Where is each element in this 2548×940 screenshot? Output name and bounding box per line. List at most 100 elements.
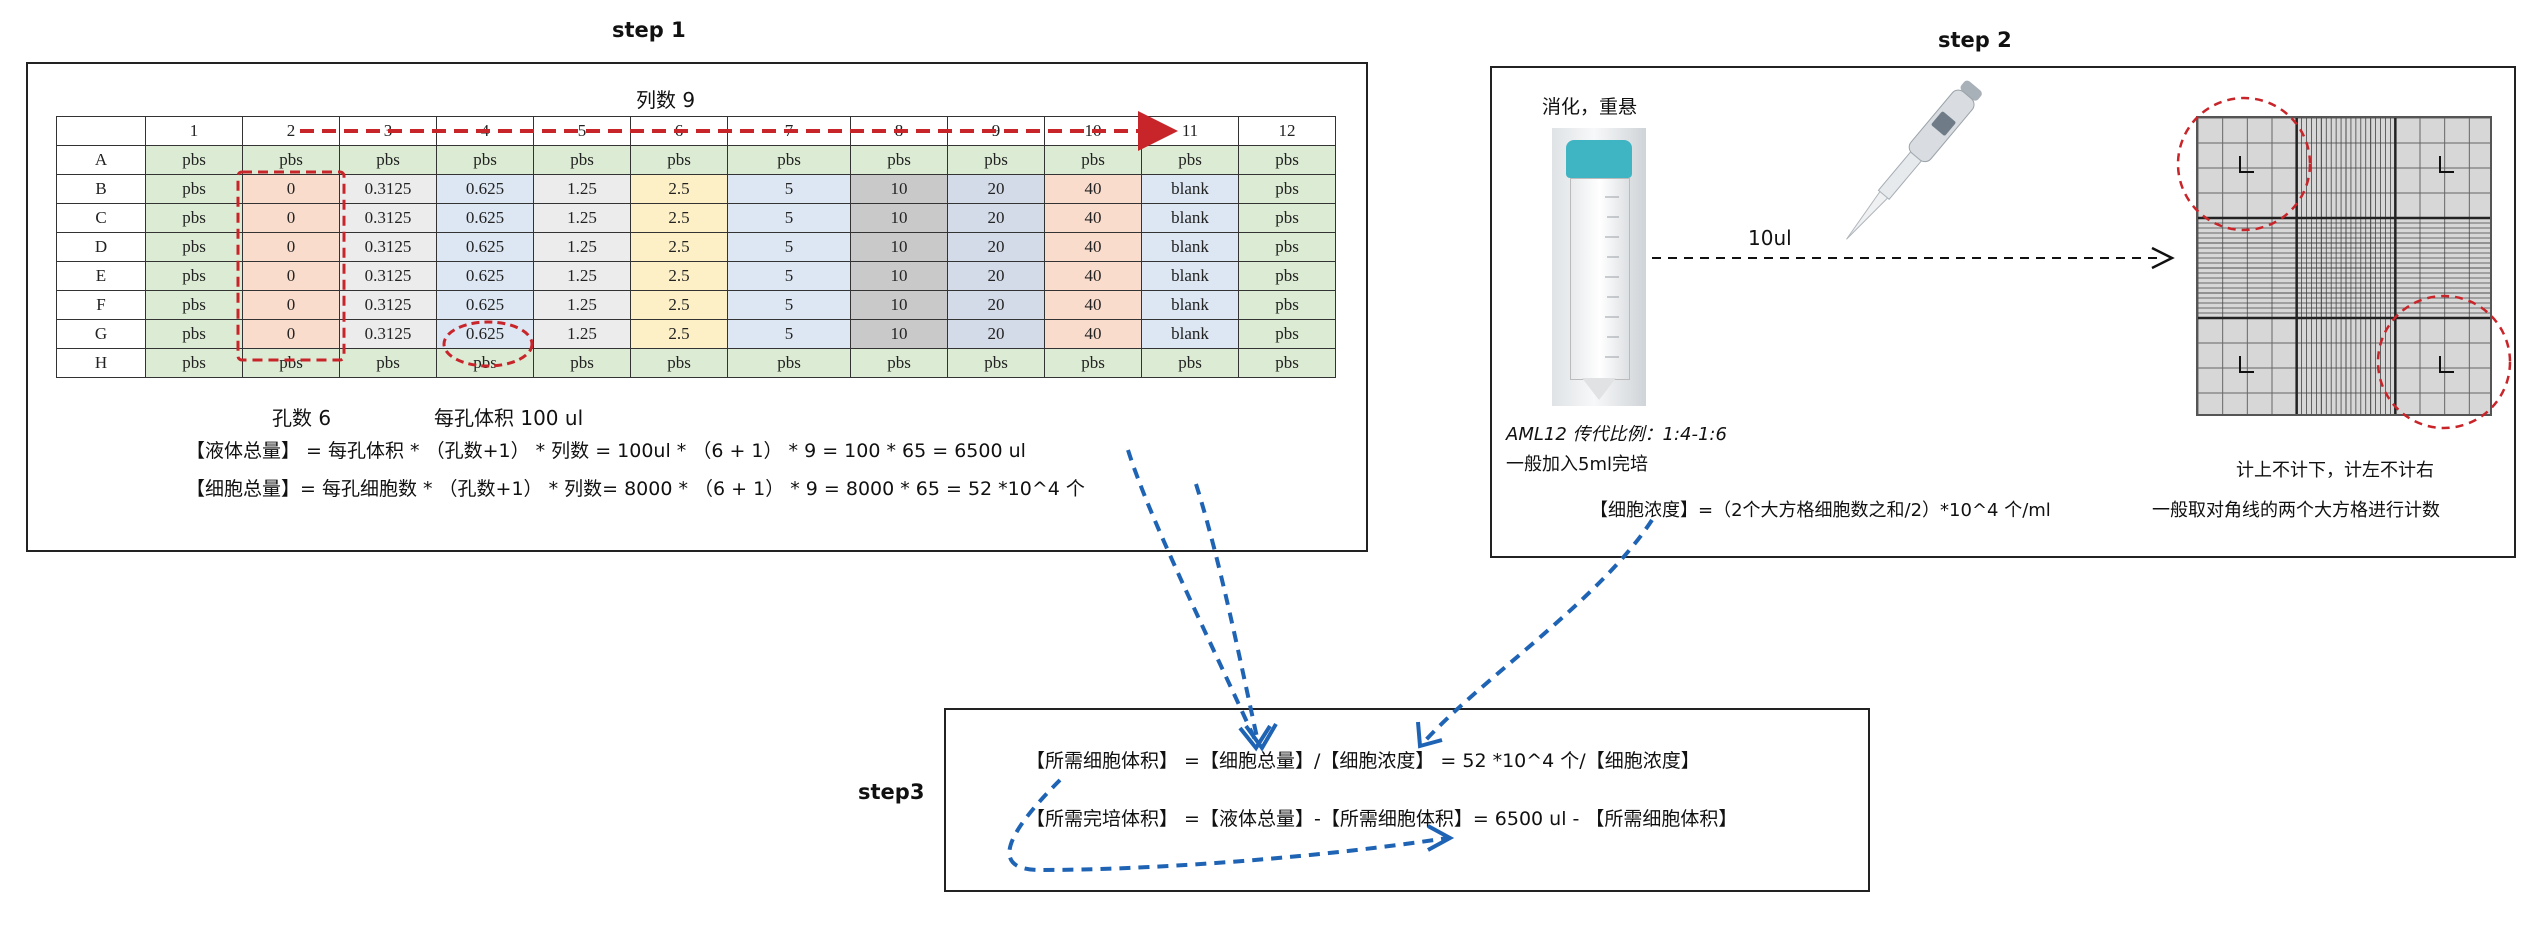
plate-well: blank [1141, 290, 1239, 320]
plate-well: pbs [1238, 174, 1336, 204]
plate-well: 5 [727, 203, 851, 233]
well-volume-label: 每孔体积 100 ul [434, 406, 584, 430]
plate-well: 5 [727, 174, 851, 204]
step2-title: step 2 [1938, 28, 2012, 52]
plate-col-header: 8 [850, 116, 948, 146]
plate-well: 2.5 [630, 232, 728, 262]
plate-well: pbs [1141, 348, 1239, 378]
plate-well: 10 [850, 261, 948, 291]
plate-well: 10 [850, 203, 948, 233]
plate-well: 5 [727, 232, 851, 262]
plate-row: Gpbs 0 0.3125 0.625 1.25 2.5 5 10 20 40 blank pbs [56, 319, 1336, 349]
plate-row-label: E [56, 261, 146, 291]
plate-well: 40 [1044, 232, 1142, 262]
plate-well: pbs [850, 348, 948, 378]
plate-well: pbs [1238, 290, 1336, 320]
plate-col-header: 10 [1044, 116, 1142, 146]
plate-col-header: 4 [436, 116, 534, 146]
step1-title: step 1 [612, 18, 686, 42]
plate-well: 1.25 [533, 203, 631, 233]
plate-well: 2.5 [630, 174, 728, 204]
plate-well: 10 [850, 290, 948, 320]
plate-well: pbs [1238, 261, 1336, 291]
plate-well: 5 [727, 319, 851, 349]
plate-col-header: 12 [1238, 116, 1336, 146]
plate-well: pbs [1044, 145, 1142, 175]
transfer-arrow [1652, 246, 2175, 270]
plate-row: Epbs 0 0.3125 0.625 1.25 2.5 5 10 20 40 blank pbs [56, 261, 1336, 291]
plate-well: 20 [947, 290, 1045, 320]
plate-well: pbs [145, 290, 243, 320]
plate-row-label: F [56, 290, 146, 320]
step3-title: step3 [858, 780, 925, 804]
plate-well: 20 [947, 203, 1045, 233]
formula-cell-volume: 【所需细胞体积】 =【细胞总量】/【细胞浓度】 = 52 *10^4 个/【细胞… [1026, 750, 1700, 772]
plate-well: pbs [339, 145, 437, 175]
plate-col-header: 3 [339, 116, 437, 146]
plate-well: pbs [727, 348, 851, 378]
plate-well: pbs [145, 232, 243, 262]
plate-well: pbs [145, 261, 243, 291]
plate-well: 0.3125 [339, 319, 437, 349]
plate-row-label: D [56, 232, 146, 262]
plate-well: pbs [947, 348, 1045, 378]
plate-well: 0.625 [436, 290, 534, 320]
plate-well: blank [1141, 174, 1239, 204]
plate-well: 0.3125 [339, 203, 437, 233]
plate-well: 0 [242, 261, 340, 291]
formula-cell-total: 【细胞总量】= 每孔细胞数 * （孔数+1） * 列数= 8000 * （6 +… [186, 478, 1085, 500]
plate-well: pbs [436, 348, 534, 378]
plate-row: Dpbs 0 0.3125 0.625 1.25 2.5 5 10 20 40 blank pbs [56, 232, 1336, 262]
plate-row-label: C [56, 203, 146, 233]
plate-well: 1.25 [533, 261, 631, 291]
tube-body [1570, 178, 1630, 380]
plate-well: 40 [1044, 319, 1142, 349]
plate-well: 0.625 [436, 232, 534, 262]
plate-well: 2.5 [630, 290, 728, 320]
plate-well: 40 [1044, 203, 1142, 233]
plate-well: pbs [1238, 319, 1336, 349]
plate-well: pbs [145, 203, 243, 233]
plate-well: 0 [242, 232, 340, 262]
plate-well: pbs [1141, 145, 1239, 175]
plate-well: pbs [630, 145, 728, 175]
tube-cap [1566, 140, 1632, 178]
plate-well: 0.3125 [339, 174, 437, 204]
plate-well: 0.625 [436, 174, 534, 204]
plate-col-header: 9 [947, 116, 1045, 146]
well-count-label: 孔数 6 [272, 406, 332, 430]
plate-well: 0 [242, 290, 340, 320]
plate-well: 20 [947, 261, 1045, 291]
plate-col-header: 5 [533, 116, 631, 146]
plate-well: 5 [727, 261, 851, 291]
plate-row: Bpbs 0 0.3125 0.625 1.25 2.5 5 10 20 40 blank pbs [56, 174, 1336, 204]
plate-well: pbs [1238, 232, 1336, 262]
plate-well: 20 [947, 319, 1045, 349]
plate-header-row: 1 2 3 4 5 6 7 8 9 10 11 12 [56, 116, 1336, 146]
plate-well: pbs [145, 319, 243, 349]
formula-liquid-total: 【液体总量】 = 每孔体积 * （孔数+1） * 列数 = 100ul * （6… [186, 440, 1026, 462]
plate-well: 1.25 [533, 174, 631, 204]
plate-well: 0 [242, 203, 340, 233]
medium-label: 一般加入5ml完培 [1506, 454, 1648, 475]
plate-well: 10 [850, 174, 948, 204]
plate-well: pbs [1238, 145, 1336, 175]
plate-well: 0 [242, 319, 340, 349]
plate-row: Apbs pbs pbs pbs pbs pbs pbs pbs pbs pbs pbs pbs [56, 145, 1336, 175]
digest-label: 消化，重悬 [1542, 96, 1638, 118]
plate-well: pbs [630, 348, 728, 378]
col-count-label: 列数 9 [636, 88, 696, 112]
concentration-formula: 【细胞浓度】=（2个大方格细胞数之和/2）*10^4 个/ml [1590, 500, 2051, 521]
plate-row: Fpbs 0 0.3125 0.625 1.25 2.5 5 10 20 40 blank pbs [56, 290, 1336, 320]
plate-well: pbs [850, 145, 948, 175]
hemocytometer-grid [2196, 116, 2492, 416]
plate-well: 0.625 [436, 203, 534, 233]
plate-well: blank [1141, 232, 1239, 262]
plate-well: 5 [727, 290, 851, 320]
plate-well: blank [1141, 319, 1239, 349]
plate-col-header: 1 [145, 116, 243, 146]
plate-well: 0.625 [436, 319, 534, 349]
plate-well: pbs [145, 348, 243, 378]
plate-well: pbs [533, 348, 631, 378]
plate-corner-cell [56, 116, 146, 146]
